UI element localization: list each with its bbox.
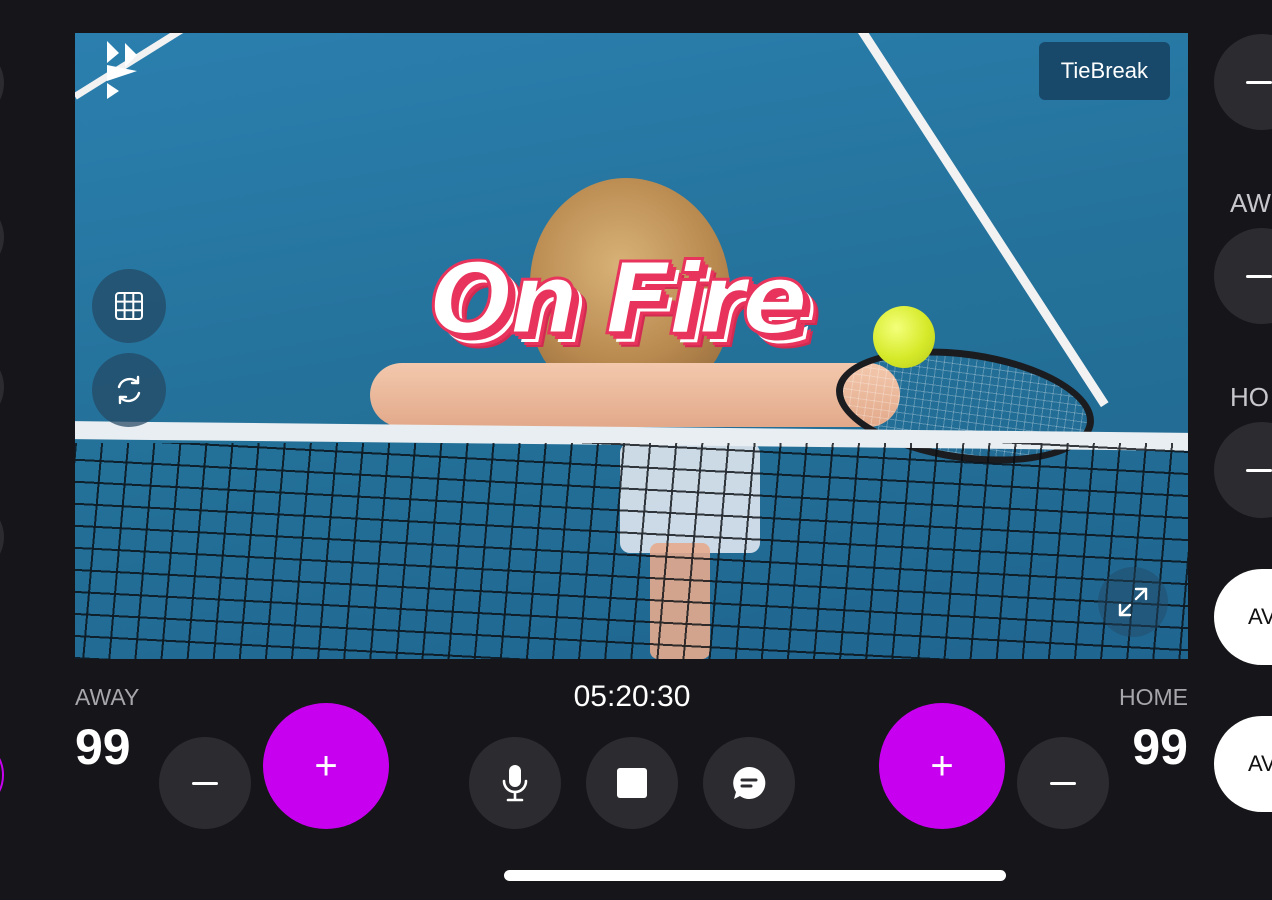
stop-button[interactable] (586, 737, 678, 829)
microphone-button[interactable] (469, 737, 561, 829)
right-panel-decrement-button[interactable] (1214, 34, 1272, 130)
tennis-net (75, 443, 1188, 659)
away-increment-button[interactable]: + (263, 703, 389, 829)
right-panel-pill-button[interactable]: AV (1214, 569, 1272, 665)
plus-icon: + (314, 744, 338, 788)
minus-icon (1246, 274, 1272, 278)
left-panel-accent-button[interactable] (0, 738, 4, 812)
brand-logo-icon (107, 41, 137, 99)
right-panel-home-decrement-button[interactable] (1214, 422, 1272, 518)
away-score: 99 (75, 719, 131, 775)
grid-icon (115, 292, 143, 320)
right-panel-away-label: AW (1230, 188, 1271, 218)
home-score: 99 (1132, 719, 1188, 775)
away-decrement-button[interactable] (159, 737, 251, 829)
home-increment-button[interactable]: + (879, 703, 1005, 829)
tennis-ball (873, 306, 935, 368)
plus-icon: + (930, 744, 954, 788)
stop-icon (617, 768, 647, 798)
fullscreen-button[interactable] (1098, 567, 1168, 637)
away-team-label: AWAY (75, 684, 140, 710)
left-panel-button[interactable] (0, 350, 4, 424)
grid-button[interactable] (92, 269, 166, 343)
right-panel-pill-button[interactable]: AV (1214, 716, 1272, 812)
minus-icon (1246, 468, 1272, 472)
scoreboard-screen: On Fire TieBreak AWAY 99 + 05:20:30 + HO… (0, 0, 1272, 900)
home-indicator[interactable] (504, 870, 1006, 881)
overlay-sticker-text: On Fire (428, 243, 810, 357)
home-decrement-button[interactable] (1017, 737, 1109, 829)
left-panel-button[interactable] (0, 200, 4, 274)
home-team-label: HOME (1119, 684, 1188, 710)
refresh-icon (117, 375, 141, 405)
chat-icon (733, 766, 766, 799)
tiebreak-badge[interactable]: TieBreak (1038, 42, 1170, 100)
minus-icon (192, 781, 218, 785)
left-panel-button[interactable] (0, 46, 4, 120)
player-arms (370, 363, 900, 427)
right-panel-home-label: HO (1230, 382, 1269, 412)
minus-icon (1050, 781, 1076, 785)
match-timer: 05:20:30 (573, 680, 691, 713)
video-preview: On Fire TieBreak (75, 33, 1188, 659)
chat-button[interactable] (703, 737, 795, 829)
left-panel-button[interactable] (0, 500, 4, 574)
refresh-button[interactable] (92, 353, 166, 427)
microphone-icon (502, 765, 528, 802)
right-panel-away-decrement-button[interactable] (1214, 228, 1272, 324)
expand-icon (1118, 587, 1148, 617)
minus-icon (1246, 80, 1272, 84)
